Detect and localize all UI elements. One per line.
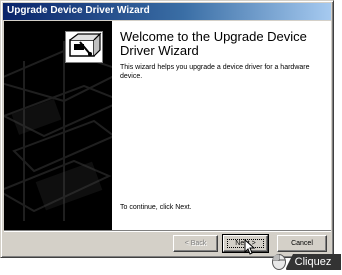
- device-driver-icon: [69, 32, 102, 57]
- badge-label: Cliquez: [294, 256, 332, 268]
- continue-instruction: To continue, click Next.: [120, 204, 192, 211]
- button-separator: [4, 230, 331, 232]
- page-title: Welcome to the Upgrade Device Driver Wiz…: [120, 29, 307, 58]
- device-driver-icon-frame: [65, 31, 103, 63]
- wizard-description: This wizard helps you upgrade a device d…: [120, 64, 310, 80]
- click-hint-badge: Cliquez: [285, 254, 341, 270]
- cancel-button[interactable]: Cancel: [277, 235, 327, 252]
- wizard-window: Upgrade Device Driver Wizard Welcome to …: [0, 0, 334, 258]
- back-button[interactable]: < Back: [173, 235, 218, 252]
- pointer-cursor-icon: [244, 239, 256, 255]
- mouse-icon: [272, 254, 286, 270]
- wizard-content: Welcome to the Upgrade Device Driver Wiz…: [112, 21, 331, 230]
- window-title: Upgrade Device Driver Wizard: [7, 5, 150, 16]
- title-bar[interactable]: Upgrade Device Driver Wizard: [3, 3, 331, 20]
- wizard-side-panel: [4, 21, 112, 230]
